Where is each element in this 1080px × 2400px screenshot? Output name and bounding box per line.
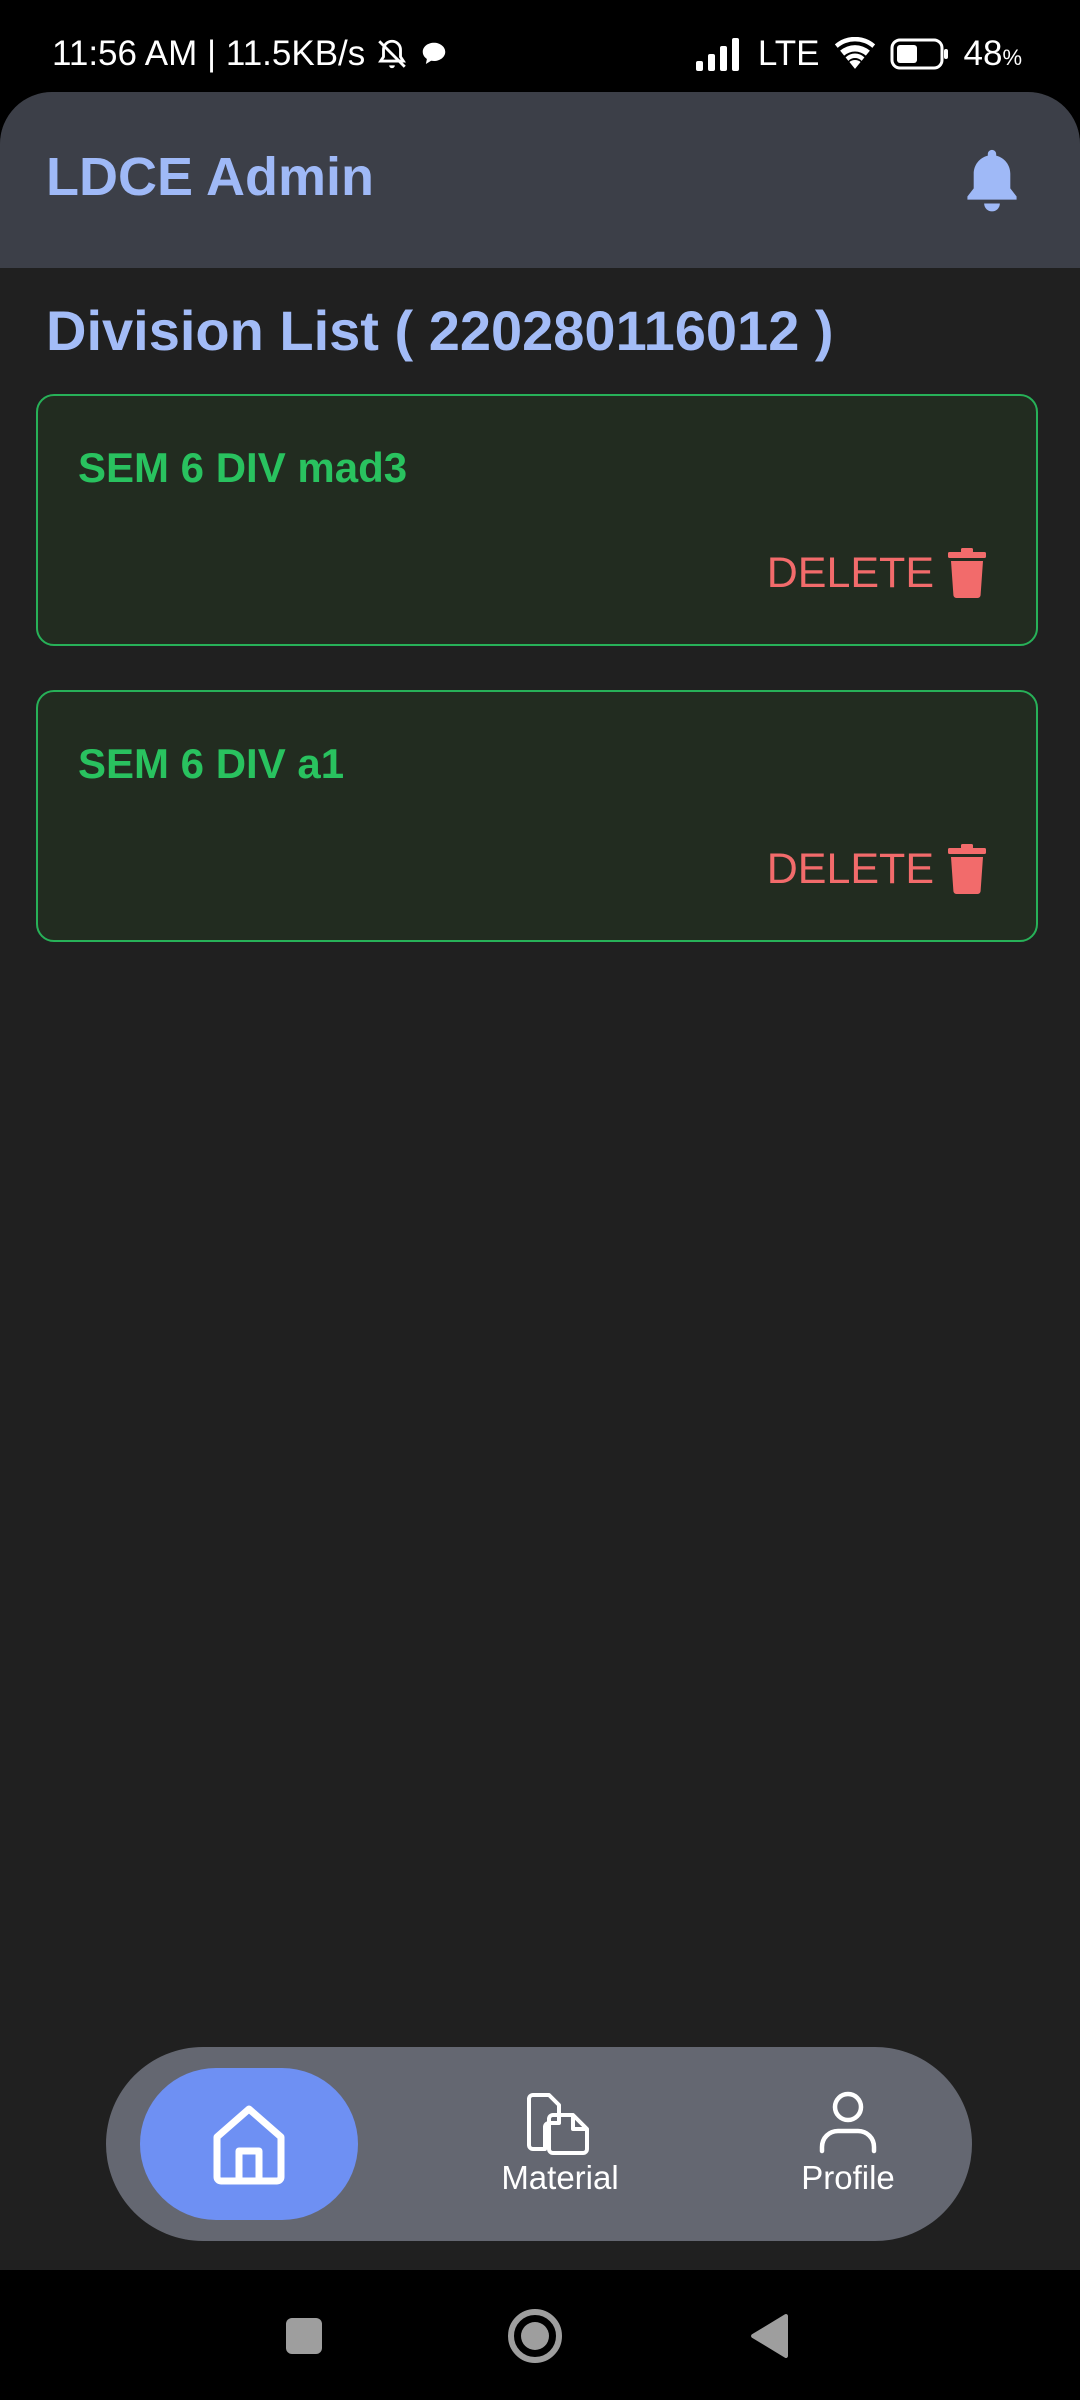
- division-card[interactable]: SEM 6 DIV mad3 DELETE: [36, 394, 1038, 646]
- person-icon: [819, 2091, 877, 2154]
- page-title: Division List ( 220280116012 ): [46, 299, 834, 362]
- network-type: LTE: [757, 34, 820, 73]
- chat-icon: [423, 42, 446, 64]
- nav-profile-label: Profile: [801, 2159, 895, 2196]
- status-left: 11:56 AM | 11.5KB/s: [52, 34, 449, 74]
- nav-material-button[interactable]: Material: [470, 2089, 650, 2197]
- division-name: SEM 6 DIV mad3: [78, 444, 408, 491]
- wifi-icon: [834, 37, 875, 69]
- recents-button[interactable]: [268, 2300, 340, 2372]
- trash-icon: [948, 844, 986, 894]
- nav-home-button[interactable]: [140, 2068, 358, 2220]
- delete-button[interactable]: DELETE: [767, 844, 986, 894]
- delete-label: DELETE: [766, 844, 934, 893]
- back-button[interactable]: [734, 2300, 806, 2372]
- nav-material-label: Material: [501, 2159, 619, 2196]
- circle-icon: [508, 2309, 562, 2363]
- documents-icon: [527, 2093, 589, 2155]
- battery-level: 48%: [963, 34, 1023, 73]
- nav-profile-button[interactable]: Profile: [758, 2089, 938, 2197]
- division-name: SEM 6 DIV a1: [78, 740, 345, 787]
- mute-icon: [378, 39, 407, 69]
- back-triangle-icon: [751, 2314, 788, 2358]
- app-window: LDCE Admin Division List ( 220280116012 …: [0, 92, 1080, 2270]
- home-icon: [213, 2105, 285, 2185]
- square-icon: [286, 2318, 322, 2354]
- notification-bell-icon[interactable]: [960, 146, 1024, 214]
- delete-button[interactable]: DELETE: [767, 548, 986, 598]
- status-bar: 11:56 AM | 11.5KB/s LTE 48%: [0, 0, 1080, 92]
- system-navigation-bar: [0, 2270, 1080, 2400]
- division-card[interactable]: SEM 6 DIV a1 DELETE: [36, 690, 1038, 942]
- trash-icon: [948, 548, 986, 598]
- battery-icon: [890, 38, 948, 70]
- bottom-navigation: Material Profile: [106, 2047, 972, 2241]
- home-system-button[interactable]: [499, 2300, 571, 2372]
- status-time: 11:56 AM | 11.5KB/s: [52, 34, 366, 73]
- signal-icon: [695, 38, 739, 71]
- app-bar: LDCE Admin: [0, 92, 1080, 268]
- status-right: LTE 48%: [694, 34, 1022, 74]
- app-title: LDCE Admin: [46, 147, 374, 207]
- delete-label: DELETE: [766, 548, 934, 597]
